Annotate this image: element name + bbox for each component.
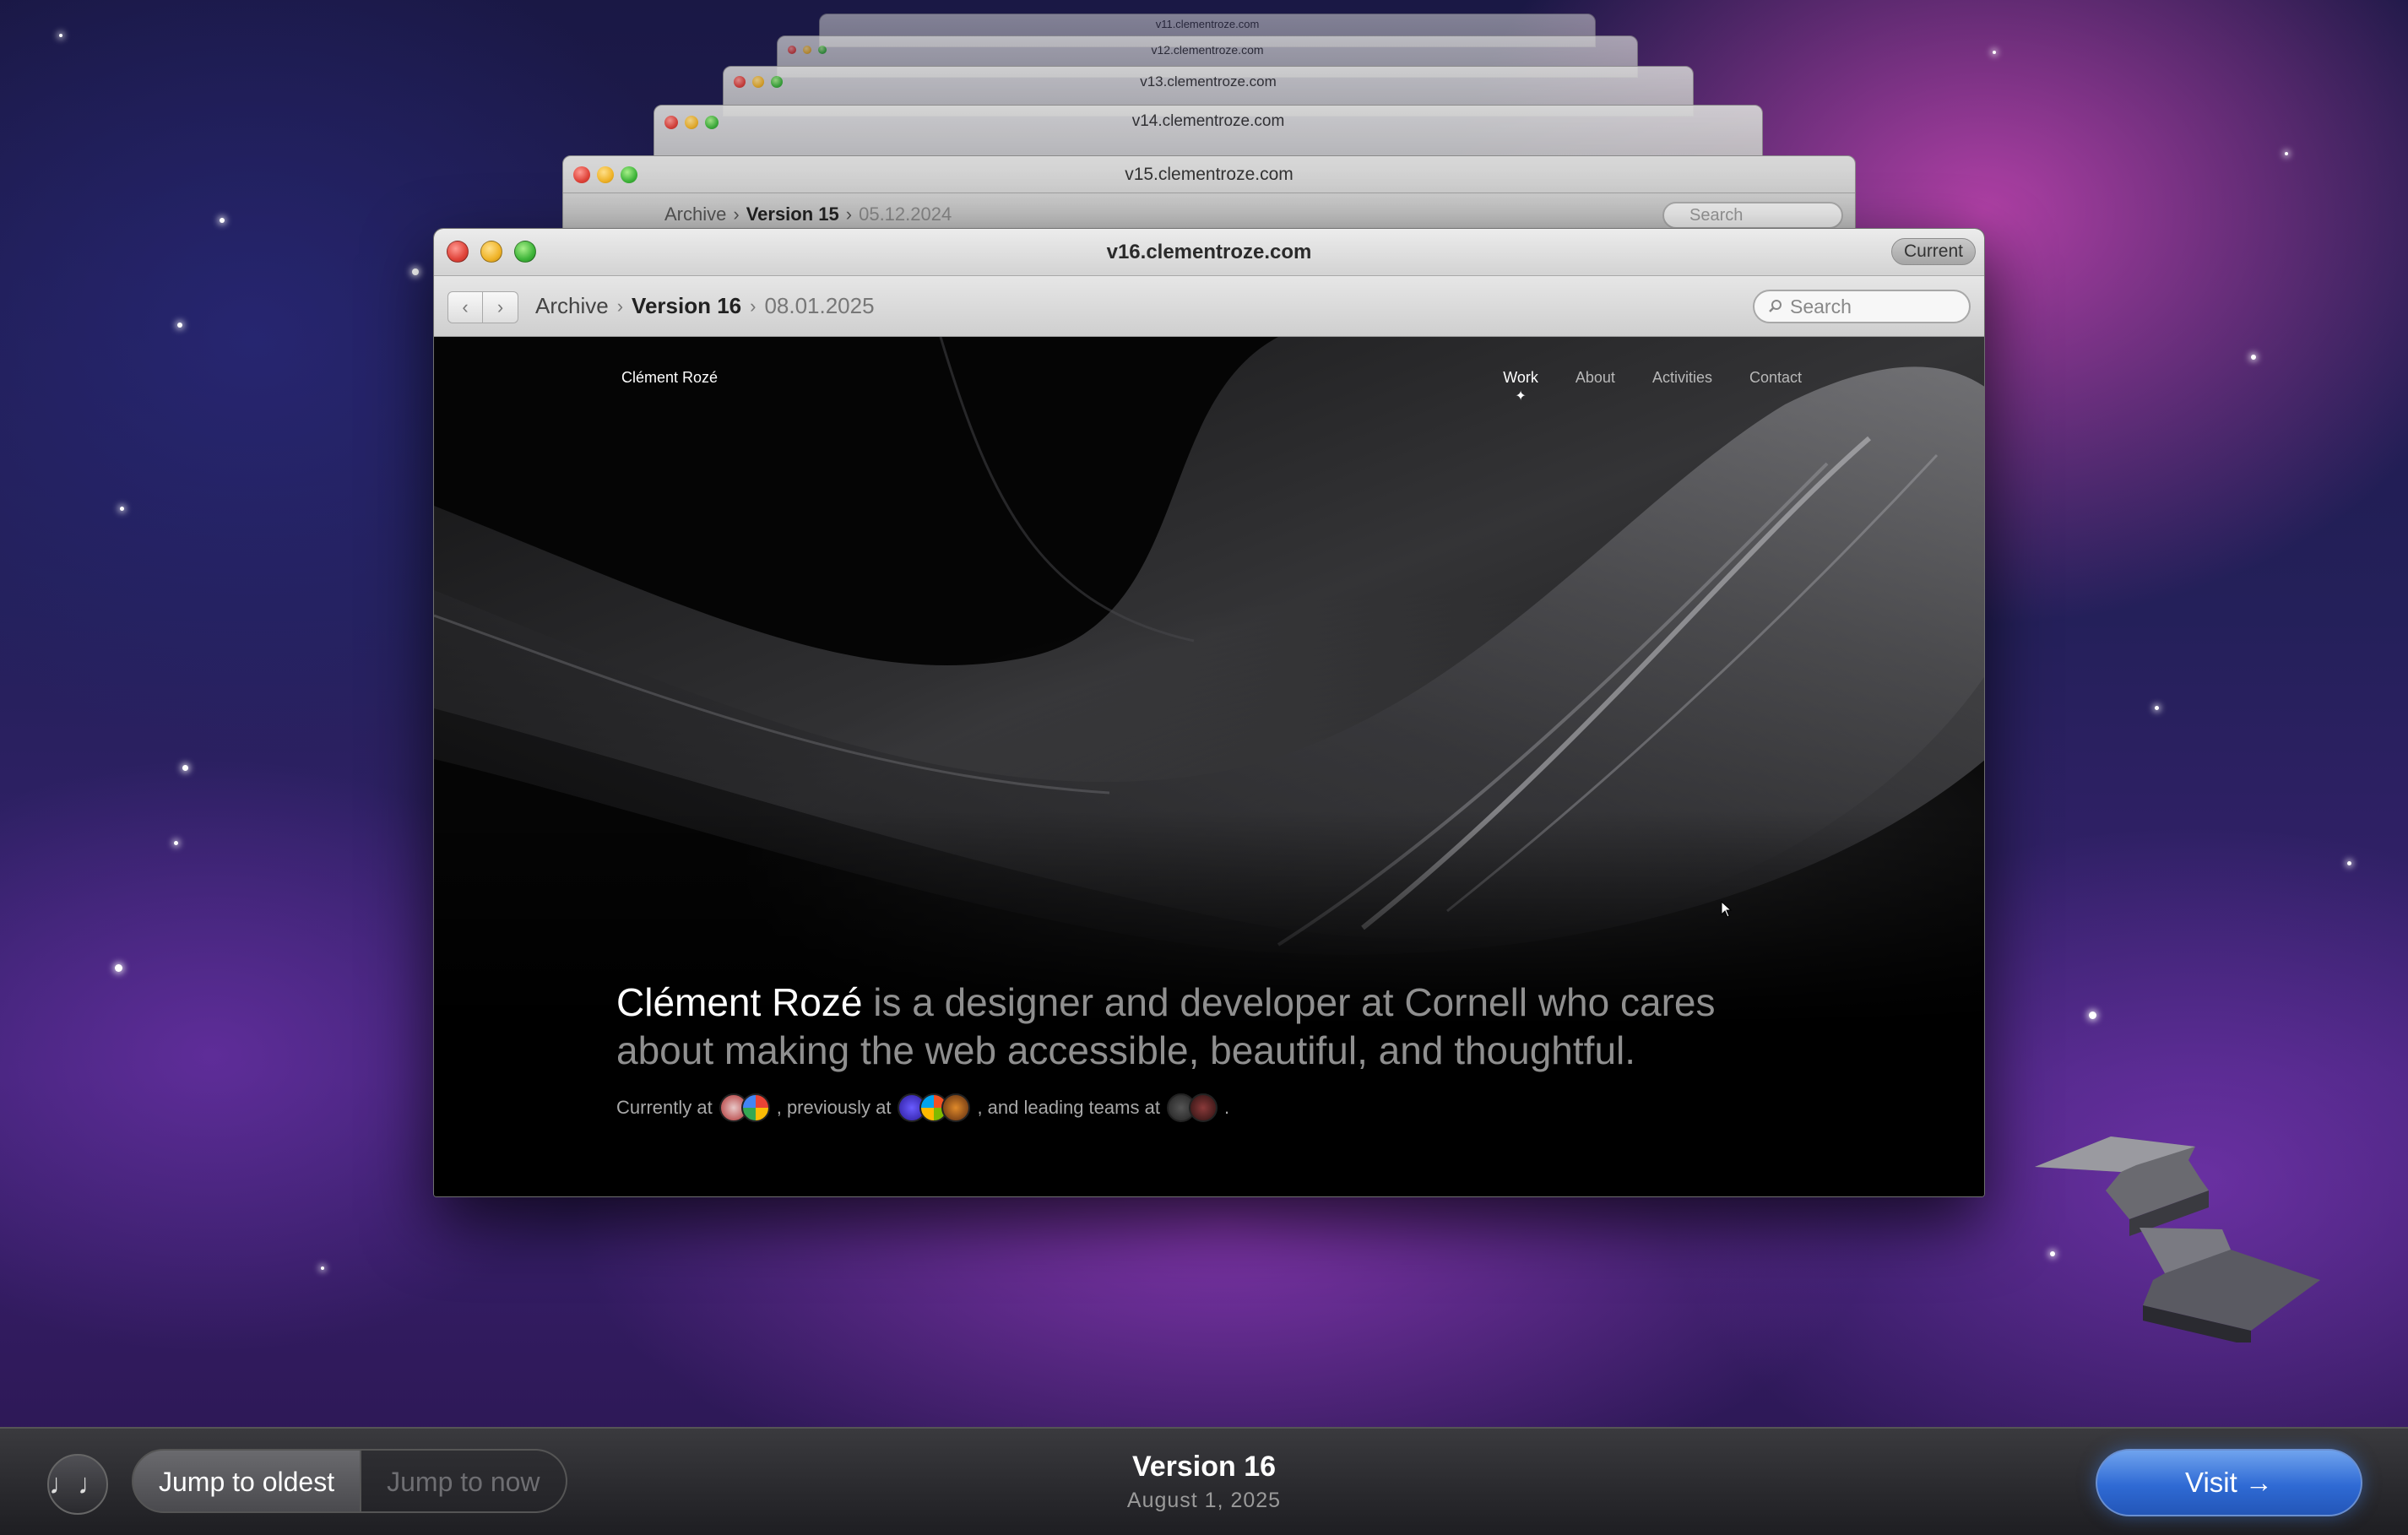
traffic-lights	[788, 46, 827, 54]
navigation-arrows	[2035, 1136, 2320, 1342]
mouse-cursor-icon	[1721, 901, 1733, 918]
arrow-up-icon[interactable]	[2035, 1136, 2209, 1236]
crumb-version[interactable]: Version 16	[632, 293, 741, 319]
currently-label: Currently at	[616, 1097, 713, 1118]
crumb-separator: ›	[845, 203, 853, 225]
search-input[interactable]: Search	[1753, 290, 1971, 323]
nav-work[interactable]: Work	[1503, 369, 1538, 387]
star	[174, 841, 178, 845]
star	[412, 268, 419, 275]
team-logos	[1166, 1093, 1218, 1122]
crumb-separator: ›	[750, 295, 757, 317]
stack-window-title: v12.clementroze.com	[1151, 43, 1264, 57]
current-badge: Current	[1890, 238, 1976, 265]
nav-activities[interactable]: Activities	[1652, 369, 1712, 387]
traffic-lights	[573, 166, 637, 183]
star	[321, 1267, 324, 1270]
previously-label: , previously at	[776, 1097, 892, 1118]
stack-window-title: v14.clementroze.com	[1131, 112, 1285, 130]
crumb-version: Version 15	[746, 203, 839, 225]
star	[2251, 355, 2256, 360]
star	[2155, 706, 2159, 710]
window-title: v16.clementroze.com	[1106, 241, 1312, 263]
star	[182, 765, 188, 771]
star	[120, 507, 124, 511]
stack-search-input[interactable]: Search	[1662, 202, 1843, 229]
stack-window-title: v11.clementroze.com	[1155, 18, 1260, 30]
nav-buttons: ‹ ›	[447, 291, 518, 323]
star	[59, 34, 62, 37]
affiliations-line: Currently at , previously at , and leadi…	[616, 1093, 1229, 1122]
stack-window-v15[interactable]: v15.clementroze.com Archive › Version 15…	[562, 155, 1856, 240]
version-date: August 1, 2025	[1126, 1489, 1282, 1512]
team-logo-icon[interactable]	[1188, 1093, 1218, 1122]
visit-button[interactable]: Visit →	[2096, 1449, 2362, 1516]
stack-window-title: v15.clementroze.com	[1125, 165, 1293, 184]
crumb-date: 05.12.2024	[859, 203, 952, 225]
back-button[interactable]: ‹	[447, 291, 483, 323]
browser-window: v16.clementroze.com Current ‹ › Archive …	[433, 228, 1985, 1197]
stack-window-title: v13.clementroze.com	[1140, 73, 1277, 89]
google-logo-icon[interactable]	[740, 1093, 770, 1122]
site-brand[interactable]: Clément Rozé	[621, 369, 718, 387]
star	[2285, 152, 2288, 155]
previous-logos	[898, 1093, 971, 1122]
hero-statement: Clément Rozé is a designer and developer…	[616, 979, 1798, 1075]
forward-button[interactable]: ›	[483, 291, 518, 323]
leading-label: , and leading teams at	[977, 1097, 1160, 1118]
version-info: Version 16 August 1, 2025	[0, 1451, 2408, 1513]
toolbar: ‹ › Archive › Version 16 › 08.01.2025 Se…	[434, 276, 1984, 337]
crumb-separator: ›	[733, 203, 740, 225]
star	[177, 323, 182, 328]
crumb-separator: ›	[616, 295, 624, 317]
star	[115, 964, 122, 972]
stack-breadcrumb: Archive › Version 15 › 05.12.2024	[664, 203, 952, 225]
crumb-date: 08.01.2025	[764, 293, 875, 318]
star	[2089, 1012, 2096, 1019]
version-label: Version 16	[1131, 1451, 1277, 1483]
breadcrumb: Archive › Version 16 › 08.01.2025	[535, 293, 875, 319]
crumb-archive[interactable]: Archive	[535, 293, 609, 319]
website-content: Clément Rozé Work About Activities Conta…	[434, 337, 1984, 1196]
search-placeholder: Search	[1790, 296, 1852, 317]
hero-name: Clément Rozé	[616, 980, 863, 1024]
crumb-archive: Archive	[664, 203, 727, 225]
nav-contact[interactable]: Contact	[1749, 369, 1802, 387]
magnifier-icon	[1769, 300, 1782, 312]
traffic-lights	[734, 76, 783, 88]
arrow-down-icon[interactable]	[2140, 1228, 2320, 1342]
star	[220, 218, 225, 223]
bottom-control-bar: ♩♩ Jump to oldest Jump to now Version 16…	[0, 1427, 2408, 1535]
nav-about[interactable]: About	[1576, 369, 1615, 387]
end-punctuation: .	[1223, 1097, 1230, 1118]
company-logo-icon[interactable]	[941, 1093, 971, 1122]
site-nav: Work About Activities Contact	[1503, 369, 1802, 387]
star	[1993, 51, 1996, 54]
title-bar: v16.clementroze.com Current	[434, 229, 1984, 276]
current-logos	[719, 1093, 770, 1122]
star	[2347, 861, 2351, 865]
traffic-lights	[664, 116, 719, 129]
